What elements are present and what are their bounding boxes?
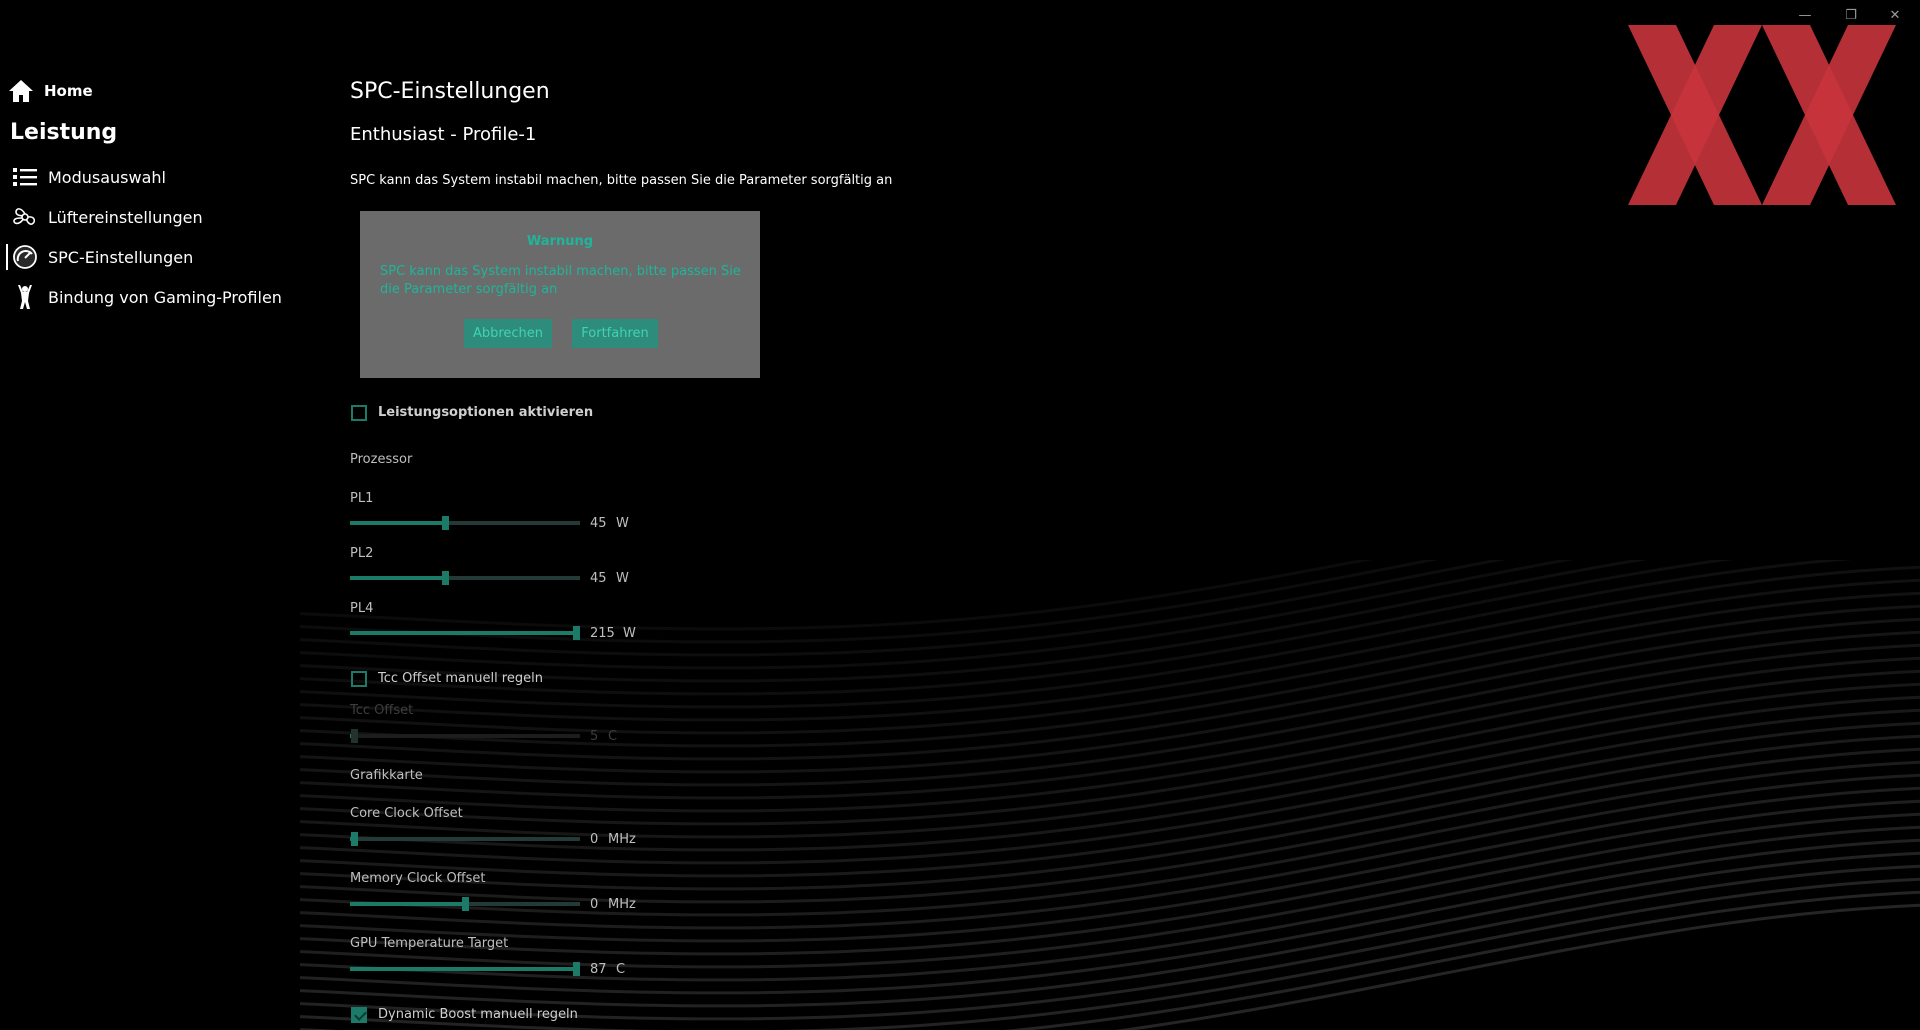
slider-thumb[interactable] [351, 832, 358, 846]
sidebar-item-label: SPC-Einstellungen [48, 247, 194, 267]
stability-note: SPC kann das System instabil machen, bit… [350, 173, 893, 188]
pl1-label: PL1 [350, 491, 374, 506]
pl2-unit: W [616, 571, 629, 586]
section-title-leistung: Leistung [10, 120, 118, 145]
tcc-offset-slider [350, 729, 580, 743]
minimize-button[interactable]: — [1790, 6, 1820, 26]
dynamic-boost-checkbox[interactable] [351, 1007, 367, 1023]
core-clock-label: Core Clock Offset [350, 806, 463, 821]
slider-thumb[interactable] [573, 962, 580, 976]
dynamic-boost-label: Dynamic Boost manuell regeln [378, 1007, 578, 1022]
slider-fill [350, 902, 465, 906]
slider-track [350, 837, 580, 841]
slider-track [350, 734, 580, 738]
pl1-value: 45 [590, 516, 607, 531]
profile-name: Enthusiast - Profile-1 [350, 124, 537, 145]
pl2-slider[interactable] [350, 571, 580, 585]
sidebar-item-modusauswahl[interactable]: Modusauswahl [10, 164, 166, 190]
enable-options-checkbox[interactable] [351, 405, 367, 421]
page-title: SPC-Einstellungen [350, 79, 550, 104]
slider-fill [350, 967, 576, 971]
gauge-icon [10, 244, 40, 270]
brand-logo [1628, 25, 1896, 205]
close-button[interactable]: ✕ [1880, 6, 1910, 26]
home-label: Home [44, 82, 93, 100]
memory-clock-slider[interactable] [350, 897, 580, 911]
core-clock-unit: MHz [608, 832, 636, 847]
slider-fill [350, 521, 445, 525]
sidebar-item-spc-einstellungen[interactable]: SPC-Einstellungen [10, 244, 193, 270]
pl4-label: PL4 [350, 601, 374, 616]
gpu-temp-value: 87 [590, 962, 607, 977]
sidebar-item-label: Bindung von Gaming-Profilen [48, 287, 282, 307]
memory-clock-label: Memory Clock Offset [350, 871, 486, 886]
tcc-offset-unit: C [608, 729, 618, 744]
pl4-unit: W [623, 626, 636, 641]
enable-options-label: Leistungsoptionen aktivieren [378, 405, 594, 420]
active-indicator [6, 244, 8, 270]
section-processor: Prozessor [350, 452, 413, 467]
maximize-button[interactable]: ❐ [1836, 6, 1866, 26]
core-clock-value: 0 [590, 832, 599, 847]
slider-thumb[interactable] [442, 516, 449, 530]
home-link[interactable]: Home [6, 78, 93, 104]
gpu-temp-label: GPU Temperature Target [350, 936, 509, 951]
pl4-slider[interactable] [350, 626, 580, 640]
pl1-unit: W [616, 516, 629, 531]
slider-thumb[interactable] [462, 897, 469, 911]
tcc-manual-checkbox[interactable] [351, 671, 367, 687]
fan-icon [10, 204, 40, 230]
core-clock-slider[interactable] [350, 832, 580, 846]
cancel-button[interactable]: Abbrechen [464, 319, 552, 348]
warning-dialog: Warnung SPC kann das System instabil mac… [360, 211, 760, 378]
tcc-offset-value: 5 [590, 729, 599, 744]
slider-fill [350, 576, 445, 580]
slider-fill [350, 631, 576, 635]
slider-thumb [351, 729, 358, 743]
sidebar-item-gaming-profile[interactable]: Bindung von Gaming-Profilen [10, 284, 282, 310]
gpu-temp-slider[interactable] [350, 962, 580, 976]
pl1-slider[interactable] [350, 516, 580, 530]
gpu-temp-unit: C [616, 962, 626, 977]
slider-thumb[interactable] [442, 571, 449, 585]
sidebar-item-luftereinstellungen[interactable]: Lüftereinstellungen [10, 204, 203, 230]
sidebar-item-label: Modusauswahl [48, 167, 166, 187]
continue-button[interactable]: Fortfahren [572, 319, 658, 348]
slider-thumb[interactable] [573, 626, 580, 640]
dialog-title: Warnung [526, 234, 594, 249]
dialog-message: SPC kann das System instabil machen, bit… [380, 264, 741, 297]
home-icon [6, 78, 36, 104]
section-gpu: Grafikkarte [350, 768, 423, 783]
sidebar-item-label: Lüftereinstellungen [48, 207, 203, 227]
tcc-manual-label: Tcc Offset manuell regeln [378, 671, 543, 686]
pl2-value: 45 [590, 571, 607, 586]
memory-clock-value: 0 [590, 897, 599, 912]
pl4-value: 215 [590, 626, 615, 641]
tcc-offset-label: Tcc Offset [350, 703, 414, 718]
memory-clock-unit: MHz [608, 897, 636, 912]
list-icon [10, 164, 40, 190]
gamer-icon [10, 284, 40, 310]
pl2-label: PL2 [350, 546, 374, 561]
